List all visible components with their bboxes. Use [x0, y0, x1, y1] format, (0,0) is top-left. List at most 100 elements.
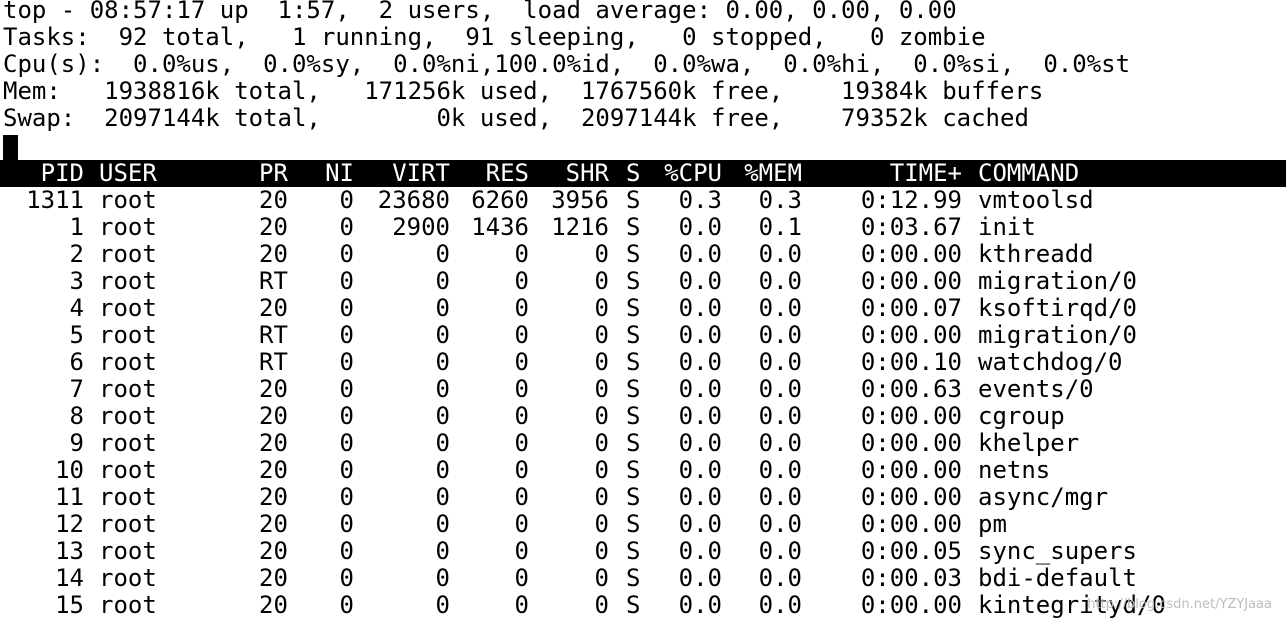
process-res-cell: 6260 [471, 186, 529, 214]
process-state-cell: S [626, 483, 641, 511]
process-command-cell: pm [978, 510, 1007, 538]
process-time-cell: 0:00.63 [860, 375, 962, 403]
process-pid-cell: 15 [55, 591, 84, 619]
process-shr-cell: 0 [594, 564, 609, 592]
process-cpu-cell: 0.0 [678, 294, 722, 322]
process-pid-cell: 13 [55, 537, 84, 565]
process-res-cell: 0 [514, 375, 529, 403]
process-pid-cell: 5 [69, 321, 84, 349]
process-res-cell: 0 [514, 402, 529, 430]
process-virt-cell: 0 [435, 591, 450, 619]
process-state-cell: S [626, 294, 641, 322]
process-pid-cell: 11 [55, 483, 84, 511]
process-pid-cell: 7 [69, 375, 84, 403]
process-time-cell: 0:00.00 [860, 483, 962, 511]
process-user-cell: root [99, 375, 157, 403]
terminal-cursor [3, 135, 18, 162]
process-time-cell: 0:00.00 [860, 321, 962, 349]
process-virt-cell: 0 [435, 294, 450, 322]
process-virt-cell: 2900 [392, 213, 450, 241]
process-state-cell: S [626, 564, 641, 592]
process-state-cell: S [626, 348, 641, 376]
process-mem-cell: 0.0 [758, 375, 802, 403]
process-shr-cell: 3956 [551, 186, 609, 214]
process-cpu-cell: 0.0 [678, 591, 722, 619]
process-user-cell: root [99, 348, 157, 376]
process-cpu-cell: 0.0 [678, 267, 722, 295]
summary-mem-line: Mem: 1938816k total, 171256k used, 17675… [3, 77, 1044, 105]
process-state-cell: S [626, 537, 641, 565]
process-command-cell: async/mgr [978, 483, 1109, 511]
process-shr-cell: 0 [594, 240, 609, 268]
process-command-cell: ksoftirqd/0 [978, 294, 1137, 322]
process-state-cell: S [626, 591, 641, 619]
process-user-cell: root [99, 537, 157, 565]
process-shr-cell: 0 [594, 456, 609, 484]
process-state-cell: S [626, 321, 641, 349]
summary-uptime-line: top - 08:57:17 up 1:57, 2 users, load av… [3, 0, 957, 24]
process-res-cell: 0 [514, 240, 529, 268]
process-shr-cell: 0 [594, 402, 609, 430]
process-mem-cell: 0.0 [758, 321, 802, 349]
process-state-cell: S [626, 267, 641, 295]
process-command-cell: events/0 [978, 375, 1094, 403]
process-mem-cell: 0.0 [758, 402, 802, 430]
process-time-cell: 0:00.05 [860, 537, 962, 565]
process-virt-cell: 0 [435, 429, 450, 457]
process-time-cell: 0:00.03 [860, 564, 962, 592]
process-command-cell: sync_supers [978, 537, 1137, 565]
process-shr-cell: 0 [594, 429, 609, 457]
summary-tasks-line: Tasks: 92 total, 1 running, 91 sleeping,… [3, 23, 986, 51]
process-ni-cell: 0 [339, 267, 354, 295]
process-state-cell: S [626, 429, 641, 457]
process-virt-cell: 0 [435, 348, 450, 376]
process-user-cell: root [99, 186, 157, 214]
process-pid-cell: 2 [69, 240, 84, 268]
process-command-cell: watchdog/0 [978, 348, 1123, 376]
process-time-cell: 0:00.10 [860, 348, 962, 376]
process-virt-cell: 0 [435, 483, 450, 511]
column-header-mem: %MEM [744, 159, 802, 187]
summary-cpu-line: Cpu(s): 0.0%us, 0.0%sy, 0.0%ni,100.0%id,… [3, 50, 1131, 78]
process-virt-cell: 0 [435, 240, 450, 268]
process-pid-cell: 6 [69, 348, 84, 376]
process-res-cell: 0 [514, 537, 529, 565]
column-header-shr: SHR [565, 159, 609, 187]
process-time-cell: 0:00.00 [860, 510, 962, 538]
process-ni-cell: 0 [339, 294, 354, 322]
process-mem-cell: 0.0 [758, 456, 802, 484]
column-header-command: COMMAND [978, 159, 1080, 187]
process-res-cell: 0 [514, 510, 529, 538]
process-time-cell: 0:00.00 [860, 429, 962, 457]
process-shr-cell: 0 [594, 483, 609, 511]
process-ni-cell: 0 [339, 429, 354, 457]
terminal-window[interactable]: top - 08:57:17 up 1:57, 2 users, load av… [0, 0, 1286, 622]
process-shr-cell: 0 [594, 348, 609, 376]
process-pid-cell: 14 [55, 564, 84, 592]
process-mem-cell: 0.0 [758, 510, 802, 538]
process-user-cell: root [99, 213, 157, 241]
process-mem-cell: 0.0 [758, 267, 802, 295]
process-cpu-cell: 0.0 [678, 348, 722, 376]
process-state-cell: S [626, 375, 641, 403]
process-cpu-cell: 0.0 [678, 375, 722, 403]
process-pid-cell: 12 [55, 510, 84, 538]
process-user-cell: root [99, 510, 157, 538]
process-pid-cell: 9 [69, 429, 84, 457]
process-state-cell: S [626, 402, 641, 430]
process-mem-cell: 0.0 [758, 240, 802, 268]
process-virt-cell: 0 [435, 267, 450, 295]
process-state-cell: S [626, 456, 641, 484]
process-ni-cell: 0 [339, 564, 354, 592]
process-cpu-cell: 0.0 [678, 456, 722, 484]
process-cpu-cell: 0.0 [678, 402, 722, 430]
process-ni-cell: 0 [339, 591, 354, 619]
process-res-cell: 0 [514, 267, 529, 295]
process-user-cell: root [99, 456, 157, 484]
process-pid-cell: 10 [55, 456, 84, 484]
process-virt-cell: 0 [435, 402, 450, 430]
process-shr-cell: 0 [594, 267, 609, 295]
process-shr-cell: 0 [594, 510, 609, 538]
process-state-cell: S [626, 213, 641, 241]
process-res-cell: 0 [514, 294, 529, 322]
